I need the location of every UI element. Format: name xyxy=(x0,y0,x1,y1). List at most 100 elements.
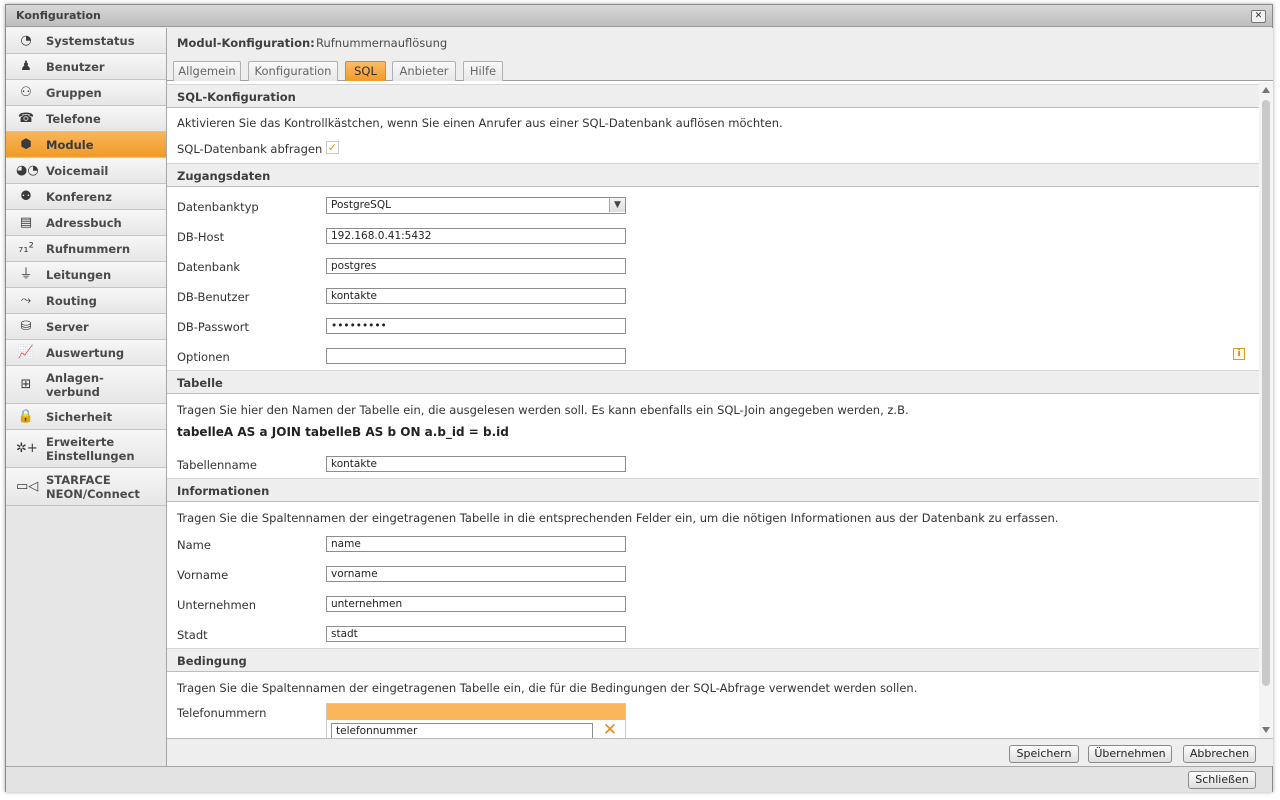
conference-icon: ⚉ xyxy=(20,188,32,204)
window-title: Konfiguration xyxy=(16,9,101,22)
sql-join-example: tabelleA AS a JOIN tabelleB AS b ON a.b_… xyxy=(177,425,509,439)
firstname-input[interactable]: vorname xyxy=(326,566,626,582)
sidebar-item-server[interactable]: ⛁ Server xyxy=(6,314,166,340)
tab-allgemein[interactable]: Allgemein xyxy=(173,61,241,81)
phone-numbers-list: telefonnummer ✕ xyxy=(326,703,626,738)
sql-query-label: SQL-Datenbank abfragen xyxy=(177,142,323,156)
tab-anbieter[interactable]: Anbieter xyxy=(392,61,456,81)
window-close-icon[interactable]: ✕ xyxy=(1251,10,1266,23)
scroll-down-icon[interactable] xyxy=(1262,727,1270,733)
sidebar-item-module[interactable]: ⬢ Module xyxy=(6,132,166,158)
save-button[interactable]: Speichern xyxy=(1009,745,1079,763)
tab-bar: Allgemein Konfiguration SQL Anbieter Hil… xyxy=(167,56,1273,81)
routing-icon: ⤳ xyxy=(20,292,32,308)
numbers-icon: ₇₁² xyxy=(18,240,34,256)
sidebar-item-label: STARFACE NEON/Connect xyxy=(46,472,140,501)
sidebar-item-label: Telefone xyxy=(46,111,101,126)
sidebar-item-sicherheit[interactable]: 🔒 Sicherheit xyxy=(6,404,166,430)
phone-number-input[interactable]: telefonnummer xyxy=(331,723,593,738)
section-sql-config: SQL-Konfiguration xyxy=(167,84,1259,108)
db-user-input[interactable]: kontakte xyxy=(326,288,626,304)
table-name-label: Tabellenname xyxy=(177,458,257,472)
options-input[interactable] xyxy=(326,348,626,364)
remove-icon[interactable]: ✕ xyxy=(601,721,619,738)
sidebar-item-label: Anlagen-verbund xyxy=(46,370,104,399)
section-title: Bedingung xyxy=(177,654,247,668)
plug-icon: ⏚ xyxy=(19,266,33,282)
scrollbar-thumb[interactable] xyxy=(1262,100,1270,686)
sidebar-item-systemstatus[interactable]: ◔ Systemstatus xyxy=(6,28,166,54)
db-host-input[interactable]: 192.168.0.41:5432 xyxy=(326,228,626,244)
tab-sql[interactable]: SQL xyxy=(345,61,386,81)
sidebar-item-benutzer[interactable]: ♟ Benutzer xyxy=(6,54,166,80)
phone-numbers-label: Telefonummern xyxy=(177,706,267,720)
name-label: Name xyxy=(177,538,211,552)
information-description: Tragen Sie die Spaltennamen der eingetra… xyxy=(177,511,1059,525)
chart-icon: 📈 xyxy=(17,344,35,360)
settings-plus-icon: ✲+ xyxy=(16,440,38,456)
addressbook-icon: ▤ xyxy=(19,214,33,230)
sql-query-checkbox[interactable]: ✓ xyxy=(326,141,339,154)
tab-konfiguration[interactable]: Konfiguration xyxy=(248,61,338,81)
company-input[interactable]: unternehmen xyxy=(326,596,626,612)
section-title: Zugangsdaten xyxy=(177,169,271,183)
city-input[interactable]: stadt xyxy=(326,626,626,642)
sidebar-item-label: Sicherheit xyxy=(46,409,113,424)
table-name-input[interactable]: kontakte xyxy=(326,456,626,472)
phone-list-header xyxy=(327,704,625,720)
sidebar-item-routing[interactable]: ⤳ Routing xyxy=(6,288,166,314)
cube-icon: ⬢ xyxy=(20,136,32,152)
section-title: SQL-Konfiguration xyxy=(177,90,296,104)
sidebar-item-auswertung[interactable]: 📈 Auswertung xyxy=(6,340,166,366)
sidebar-item-label: Server xyxy=(46,319,89,334)
sql-config-description: Aktivieren Sie das Kontrollkästchen, wen… xyxy=(177,116,783,130)
sidebar-item-label: Systemstatus xyxy=(46,33,135,48)
info-icon[interactable]: i xyxy=(1233,348,1245,360)
db-type-label: Datenbanktyp xyxy=(177,200,259,214)
module-header: Modul-Konfiguration: Rufnummernauflösung xyxy=(167,28,1273,56)
sidebar-item-starface-neon-connect[interactable]: ▭◁ STARFACE NEON/Connect xyxy=(6,468,166,506)
window-titlebar: Konfiguration ✕ xyxy=(6,5,1272,27)
sidebar-item-leitungen[interactable]: ⏚ Leitungen xyxy=(6,262,166,288)
close-button[interactable]: Schließen xyxy=(1188,771,1256,789)
sidebar-item-rufnummern[interactable]: ₇₁² Rufnummern xyxy=(6,236,166,262)
module-content: Modul-Konfiguration: Rufnummernauflösung… xyxy=(167,28,1273,766)
db-type-value: PostgreSQL xyxy=(331,199,391,211)
sidebar-item-label: Auswertung xyxy=(46,345,125,360)
settings-scroll-area: SQL-Konfiguration Aktivieren Sie das Kon… xyxy=(167,82,1259,738)
sidebar-item-label: Leitungen xyxy=(46,267,112,282)
phone-icon: ☎ xyxy=(17,110,35,126)
chevron-down-icon[interactable]: ▼ xyxy=(609,198,625,212)
configuration-window: Konfiguration ✕ ◔ Systemstatus ♟ Benutzer ⚇ G… xyxy=(5,4,1273,792)
cancel-button[interactable]: Abbrechen xyxy=(1183,745,1256,763)
apply-button[interactable]: Übernehmen xyxy=(1088,745,1172,763)
db-password-label: DB-Passwort xyxy=(177,320,250,334)
sidebar-item-label: Routing xyxy=(46,293,97,308)
db-host-label: DB-Host xyxy=(177,230,225,244)
tab-hilfe[interactable]: Hilfe xyxy=(463,61,503,81)
lock-icon: 🔒 xyxy=(17,408,35,424)
database-label: Datenbank xyxy=(177,260,241,274)
condition-description: Tragen Sie die Spaltennamen der eingetra… xyxy=(177,681,918,695)
city-label: Stadt xyxy=(177,628,208,642)
sidebar-item-label: Konferenz xyxy=(46,189,112,204)
sidebar-item-label: Rufnummern xyxy=(46,241,131,256)
vertical-scrollbar[interactable] xyxy=(1259,82,1273,738)
server-icon: ⛁ xyxy=(20,318,32,334)
sidebar-item-adressbuch[interactable]: ▤ Adressbuch xyxy=(6,210,166,236)
database-input[interactable]: postgres xyxy=(326,258,626,274)
sidebar-item-anlagen-verbund[interactable]: ⊞ Anlagen-verbund xyxy=(6,366,166,404)
sidebar-item-telefone[interactable]: ☎ Telefone xyxy=(6,106,166,132)
name-input[interactable]: name xyxy=(326,536,626,552)
sidebar-item-gruppen[interactable]: ⚇ Gruppen xyxy=(6,80,166,106)
sidebar-item-konferenz[interactable]: ⚉ Konferenz xyxy=(6,184,166,210)
sidebar-item-label: Voicemail xyxy=(46,163,109,178)
group-icon: ⚇ xyxy=(20,84,32,100)
scroll-up-icon[interactable] xyxy=(1262,87,1270,93)
options-label: Optionen xyxy=(177,350,230,364)
db-password-input[interactable]: ••••••••• xyxy=(326,318,626,334)
db-type-select[interactable]: PostgreSQL ▼ xyxy=(326,197,626,214)
sidebar-item-erweiterte-einstellungen[interactable]: ✲+ Erweiterte Einstellungen xyxy=(6,430,166,468)
sidebar-item-voicemail[interactable]: ◕◔ Voicemail xyxy=(6,158,166,184)
section-condition: Bedingung xyxy=(167,648,1259,672)
